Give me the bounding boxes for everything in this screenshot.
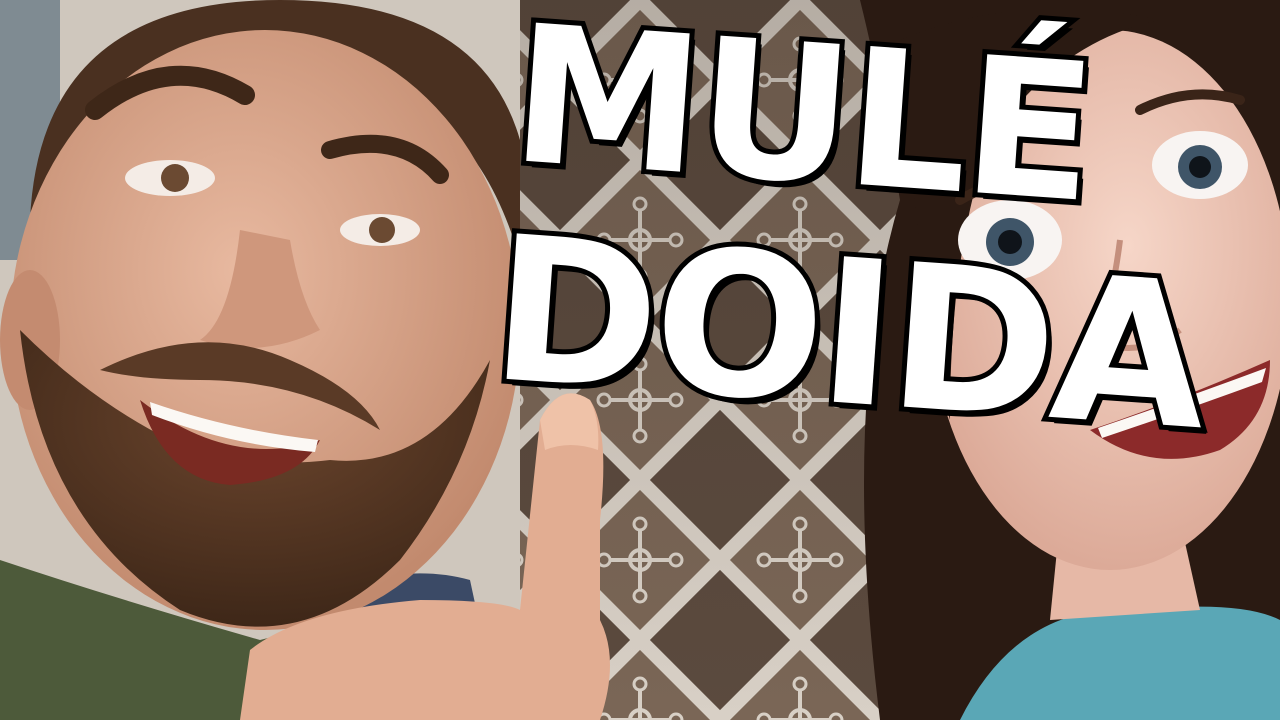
thumbnail-canvas: MULÉ DOIDA	[0, 0, 1280, 720]
title-line-1: MULÉ	[501, 0, 1103, 250]
title-line-2: DOIDA	[480, 188, 1216, 480]
